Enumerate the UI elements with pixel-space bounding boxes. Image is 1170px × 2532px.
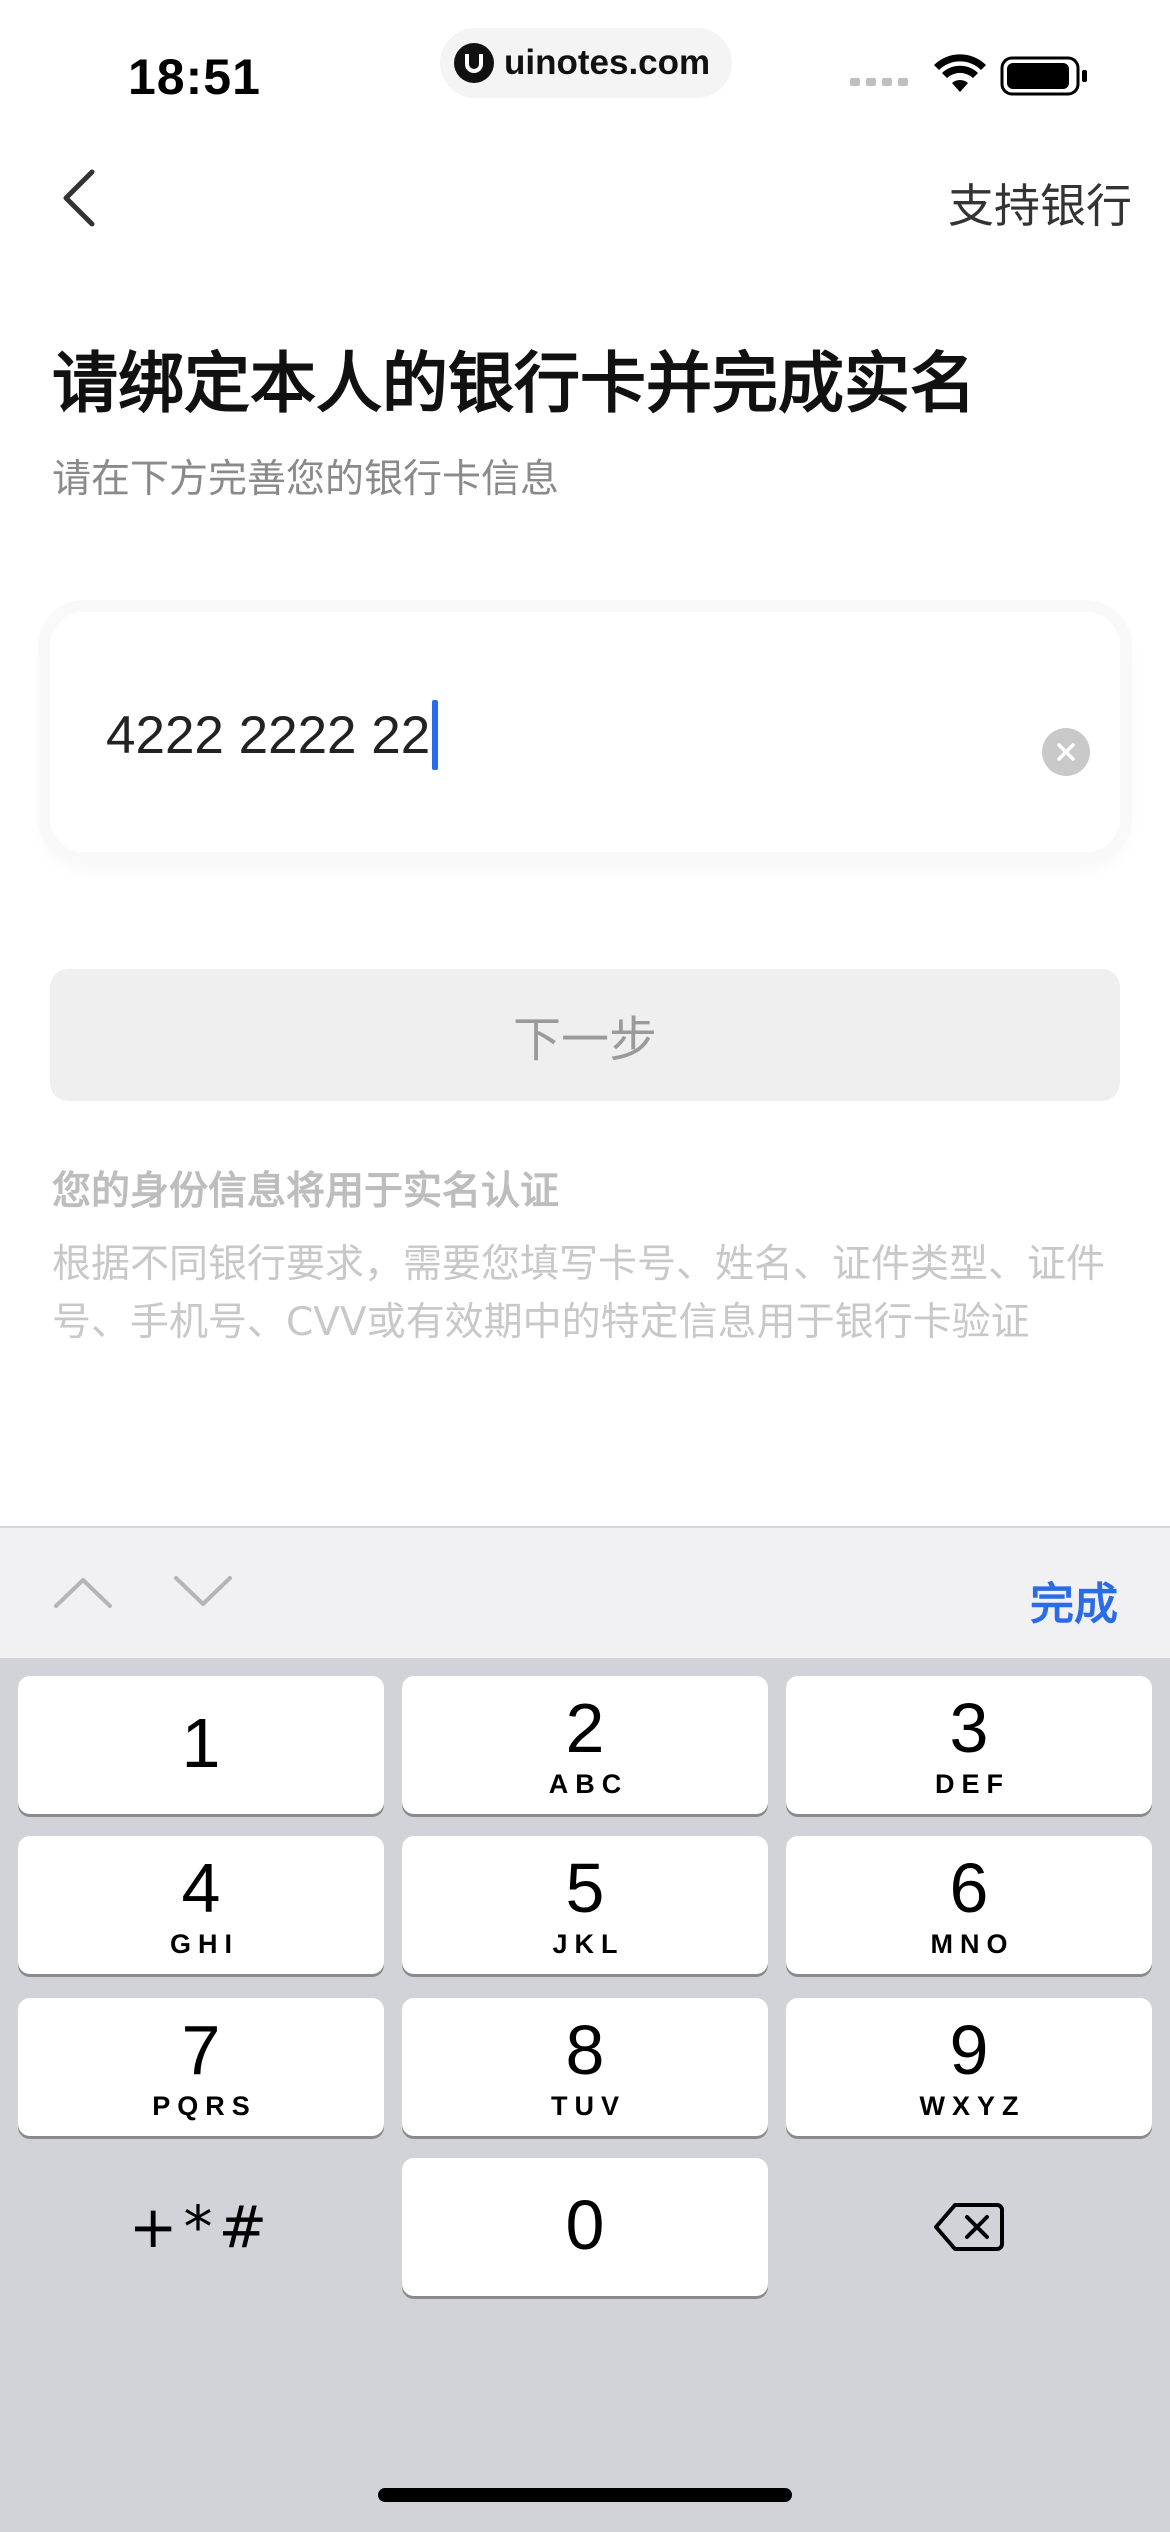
text-caret <box>432 700 439 770</box>
battery-icon <box>1000 56 1087 96</box>
key-letters: JKL <box>552 1928 625 1959</box>
symbols-key[interactable]: +*# <box>18 2158 384 2296</box>
page-subtitle: 请在下方完善您的银行卡信息 <box>52 457 560 502</box>
key-5[interactable]: 5 JKL <box>402 1836 768 1974</box>
key-digit: 3 <box>949 1688 989 1767</box>
key-letters: GHI <box>169 1928 239 1959</box>
chevron-down-icon <box>174 1576 232 1606</box>
key-9[interactable]: 9 WXYZ <box>786 1998 1152 2136</box>
clear-circle-icon <box>1057 743 1075 761</box>
watermark-logo-icon <box>454 43 494 83</box>
back-button[interactable] <box>54 166 114 230</box>
key-8[interactable]: 8 TUV <box>402 1998 768 2136</box>
card-number-value: 4222 2222 22 <box>106 705 431 765</box>
wifi-icon <box>934 54 986 92</box>
key-4[interactable]: 4 GHI <box>18 1836 384 1974</box>
chevron-left-icon <box>63 169 95 227</box>
key-1[interactable]: 1 <box>18 1676 384 1814</box>
numeric-keypad: 1 2 ABC 3 DEF 4 GHI 5 JKL 6 MNO 7 PQRS 8 <box>0 1658 1170 2532</box>
key-digit: 5 <box>565 1848 605 1927</box>
signal-icon <box>850 78 908 86</box>
card-number-input[interactable]: 4222 2222 22 <box>106 700 439 770</box>
key-digit: 7 <box>181 2010 221 2089</box>
home-indicator[interactable] <box>378 2488 792 2502</box>
keyboard-done-button[interactable]: 完成 <box>1030 1568 1118 1632</box>
previous-field-button[interactable] <box>50 1570 116 1614</box>
chevron-up-icon <box>54 1578 112 1608</box>
delete-key[interactable] <box>786 2158 1152 2296</box>
key-digit: 2 <box>565 1688 605 1767</box>
key-digit: 0 <box>565 2186 605 2264</box>
key-digit: 1 <box>181 1704 221 1782</box>
clear-button[interactable] <box>1042 728 1090 776</box>
key-digit: 9 <box>949 2010 989 2089</box>
notice-body: 根据不同银行要求，需要您填写卡号、姓名、证件类型、证件号、手机号、CVV或有效期… <box>52 1242 1106 1345</box>
key-letters: WXYZ <box>919 2090 1026 2121</box>
key-7[interactable]: 7 PQRS <box>18 1998 384 2136</box>
status-time: 18:51 <box>128 49 261 105</box>
card-number-field[interactable]: 4222 2222 22 <box>50 612 1120 852</box>
key-6[interactable]: 6 MNO <box>786 1836 1152 1974</box>
key-letters: MNO <box>930 1928 1015 1959</box>
key-3[interactable]: 3 DEF <box>786 1676 1152 1814</box>
next-step-button[interactable]: 下一步 <box>50 969 1120 1101</box>
notice-title: 您的身份信息将用于实名认证 <box>52 1169 560 1214</box>
support-bank-link[interactable]: 支持银行 <box>948 170 1132 236</box>
bank-card-bind-page: 18:51 uinotes.com 支持银行 请绑定本人的银行卡并完成实名 请在… <box>0 0 1170 2532</box>
next-field-button[interactable] <box>170 1570 236 1614</box>
watermark-text: uinotes.com <box>504 43 711 82</box>
backspace-icon <box>934 2203 1004 2251</box>
key-letters: PQRS <box>152 2090 257 2121</box>
keyboard-toolbar: 完成 <box>0 1526 1170 1658</box>
key-digit: 8 <box>565 2010 605 2089</box>
key-2[interactable]: 2 ABC <box>402 1676 768 1814</box>
key-letters: TUV <box>551 2090 626 2121</box>
page-title: 请绑定本人的银行卡并完成实名 <box>52 345 976 422</box>
key-letters: ABC <box>548 1768 629 1799</box>
watermark-badge: uinotes.com <box>440 28 732 98</box>
key-0[interactable]: 0 <box>402 2158 768 2296</box>
symbols-label: +*# <box>128 2193 274 2261</box>
key-digit: 4 <box>181 1848 221 1927</box>
status-icons <box>850 54 1090 98</box>
key-digit: 6 <box>949 1848 989 1927</box>
key-letters: DEF <box>935 1768 1010 1799</box>
